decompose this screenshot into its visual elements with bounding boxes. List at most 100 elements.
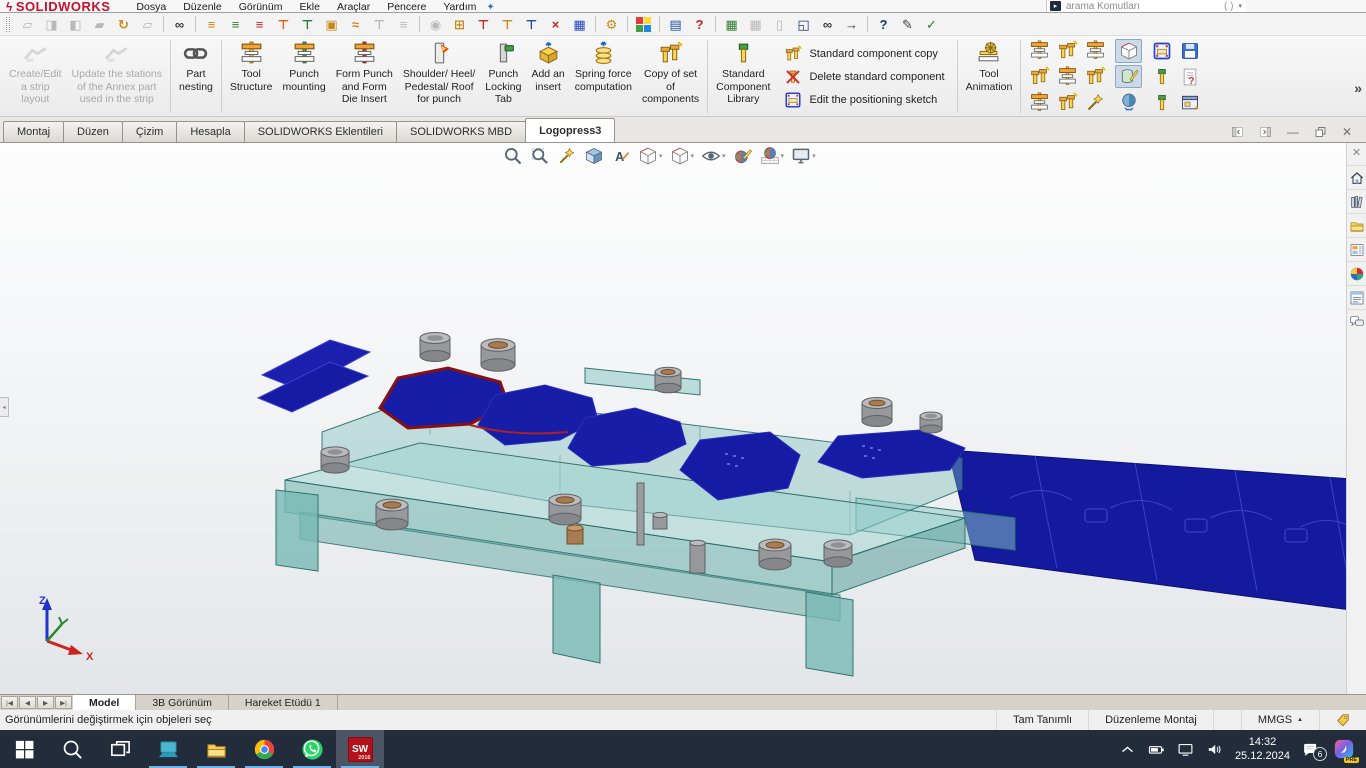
strip-pair-icon[interactable]: ▱	[139, 16, 156, 33]
feature-tree-collapse-arrow[interactable]: ◂	[0, 397, 9, 417]
menu-dosya[interactable]: Dosya	[136, 1, 166, 13]
tab-scroll-prev-icon[interactable]: ◀	[19, 696, 36, 709]
tab-hesapla[interactable]: Hesapla	[176, 121, 244, 142]
wireframe-cube-button[interactable]	[1115, 39, 1142, 63]
cad-model[interactable]: Z X	[0, 143, 1366, 694]
copilot-button[interactable]: PRE	[1331, 737, 1356, 762]
die-tool-button[interactable]	[1054, 90, 1081, 115]
shoulder-heel-pedestal-button[interactable]: Shoulder/ Heel/ Pedestal/ Roof for punch	[398, 39, 480, 114]
menu-gorunum[interactable]: Görünüm	[239, 1, 283, 13]
toolbar-grip[interactable]	[6, 17, 10, 32]
die-gray-icon[interactable]: ≡	[395, 16, 412, 33]
hand-tool-icon[interactable]: ◉	[427, 16, 444, 33]
palette-button[interactable]	[1148, 38, 1175, 63]
die-station-red-icon[interactable]: ≡	[251, 16, 268, 33]
positioning-sketch-icon[interactable]: ▦	[571, 16, 588, 33]
annotations-icon[interactable]	[611, 146, 631, 166]
tab-duzen[interactable]: Düzen	[63, 121, 123, 142]
tab-cizim[interactable]: Çizim	[122, 121, 178, 142]
delete-question-icon[interactable]: ?	[691, 16, 708, 33]
pin-icon[interactable]: ✦	[486, 2, 494, 13]
add-insert-button[interactable]: Add an insert	[526, 39, 569, 114]
notification-center-button[interactable]: 6	[1302, 741, 1319, 758]
die-tool-button[interactable]	[1054, 38, 1081, 63]
tag-button[interactable]	[1319, 710, 1366, 730]
battery-icon[interactable]	[1148, 741, 1165, 758]
search-box[interactable]: ▸ arama Komutları ( ) ▾	[1046, 0, 1246, 12]
menu-yardim[interactable]: Yardım	[443, 1, 476, 13]
restore-icon[interactable]	[1314, 126, 1327, 138]
punch-yellow-icon[interactable]: ⊤	[499, 16, 516, 33]
appearances-icon[interactable]	[1347, 261, 1366, 285]
tab-logopress3[interactable]: Logopress3	[525, 118, 615, 142]
copy-components-icon[interactable]: ⊞	[451, 16, 468, 33]
punch-gray-icon[interactable]: ⊤	[371, 16, 388, 33]
search-dropdown-icon[interactable]: ▾	[1238, 2, 1242, 10]
standard-component-library-button[interactable]: Standard Component Library	[711, 39, 775, 114]
delete-punch-icon[interactable]: ×	[547, 16, 564, 33]
tab-3d-gorunum[interactable]: 3B Görünüm	[136, 695, 229, 710]
create-strip-icon[interactable]: ▱	[19, 16, 36, 33]
view-settings-icon[interactable]: ▾	[791, 146, 816, 166]
edit-appearance-icon[interactable]	[733, 146, 753, 166]
tool-animation-icon[interactable]: ⚙	[603, 16, 620, 33]
punch-standard-icon[interactable]: ⊤	[299, 16, 316, 33]
tool-animation-button[interactable]: Tool Animation	[961, 39, 1018, 114]
edit-positioning-sketch-button[interactable]: Edit the positioning sketch	[784, 91, 944, 109]
tray-chevron-icon[interactable]	[1119, 741, 1136, 758]
punch-button[interactable]	[1148, 64, 1175, 89]
spring-force-button[interactable]: Spring force computation	[570, 39, 637, 114]
previous-view-icon[interactable]	[557, 146, 577, 166]
minimize-icon[interactable]: —	[1287, 126, 1299, 138]
punch-flame-icon[interactable]: ⊤	[275, 16, 292, 33]
file-explorer-icon[interactable]	[1347, 213, 1366, 237]
taskbar-search-button[interactable]	[48, 730, 96, 768]
save-stations-icon[interactable]: ▤	[667, 16, 684, 33]
tab-model[interactable]: Model	[73, 695, 136, 710]
taskbar-solidworks[interactable]: SW2016	[336, 730, 384, 768]
display-style-icon[interactable]: ▾	[670, 146, 695, 166]
search-placeholder[interactable]: arama Komutları	[1066, 1, 1219, 12]
water-sphere-button[interactable]	[1115, 90, 1142, 114]
zoom-to-area-icon[interactable]	[530, 146, 550, 166]
document-gray-icon[interactable]: ▯	[771, 16, 788, 33]
part-nesting-button[interactable]: Part nesting	[174, 39, 218, 114]
task-pane-close-icon[interactable]: ✕	[1352, 143, 1361, 165]
copy-set-components-button[interactable]: Copy of set of components	[637, 39, 704, 114]
close-icon[interactable]: ✕	[1342, 126, 1352, 138]
create-strip-layout-button[interactable]: Create/Edit a strip layout	[4, 39, 67, 114]
menu-duzenle[interactable]: Düzenle	[183, 1, 222, 13]
zoom-to-fit-icon[interactable]	[503, 146, 523, 166]
section-view-icon[interactable]	[584, 146, 604, 166]
die-tool-button[interactable]	[1082, 90, 1109, 115]
taskbar-clock[interactable]: 14:32 25.12.2024	[1235, 735, 1290, 764]
update-strip-icon[interactable]: ↻	[115, 16, 132, 33]
punch-dropdown-button[interactable]	[1148, 90, 1175, 115]
link-new-icon[interactable]: ∞	[819, 16, 836, 33]
pane-right-icon[interactable]	[1259, 126, 1272, 138]
forum-icon[interactable]	[1347, 309, 1366, 333]
tab-solidworks-eklentileri[interactable]: SOLIDWORKS Eklentileri	[244, 121, 397, 142]
edit-component-button[interactable]	[1115, 65, 1142, 89]
menu-ekle[interactable]: Ekle	[300, 1, 320, 13]
die-tool-button[interactable]	[1026, 64, 1053, 89]
link-goto-icon[interactable]: →	[843, 16, 860, 33]
add-insert-icon[interactable]: ▣	[323, 16, 340, 33]
punch-spark-icon[interactable]: ⊤	[475, 16, 492, 33]
volume-icon[interactable]	[1206, 741, 1223, 758]
die-tool-button[interactable]	[1082, 38, 1109, 63]
apply-scene-icon[interactable]: ▾	[760, 146, 785, 166]
task-view-button[interactable]	[96, 730, 144, 768]
component-table-icon[interactable]: ▦	[723, 16, 740, 33]
standard-component-copy-button[interactable]: Standard component copy	[784, 45, 944, 63]
search-icon[interactable]: ▸	[1050, 1, 1061, 11]
tab-scroll-last-icon[interactable]: ▶|	[55, 696, 72, 709]
graphics-viewport[interactable]: Z X ▾ ▾ ▾ ▾ ▾ ✕	[0, 143, 1366, 694]
taskbar-whatsapp[interactable]	[288, 730, 336, 768]
tab-solidworks-mbd[interactable]: SOLIDWORKS MBD	[396, 121, 526, 142]
custom-properties-icon[interactable]	[1347, 285, 1366, 309]
tab-hareket-etudu[interactable]: Hareket Etüdü 1	[229, 695, 338, 710]
station-down-icon[interactable]: ◧	[67, 16, 84, 33]
save-table-button[interactable]	[1176, 38, 1203, 63]
die-tool-button[interactable]	[1026, 38, 1053, 63]
